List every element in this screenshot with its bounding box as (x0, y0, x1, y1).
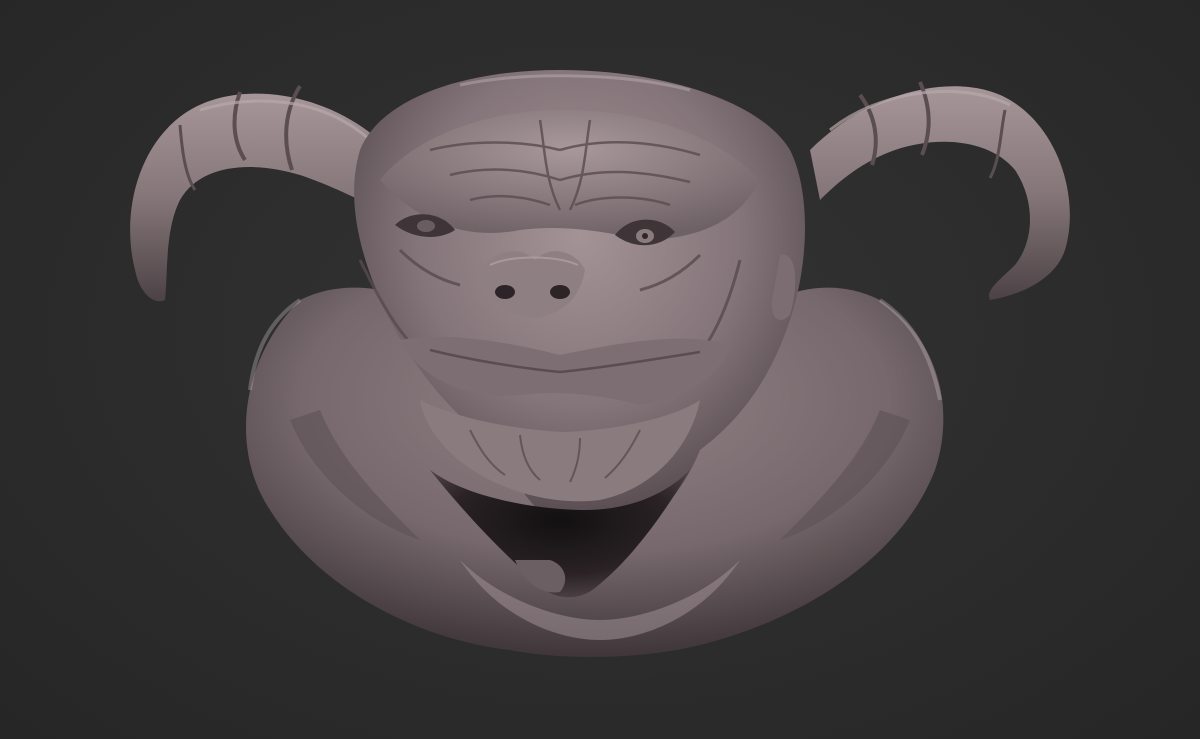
right-horn (810, 81, 1070, 300)
sculpt-viewport (0, 0, 1200, 739)
demon-sculpt-render (130, 70, 1070, 657)
left-horn (130, 84, 390, 302)
